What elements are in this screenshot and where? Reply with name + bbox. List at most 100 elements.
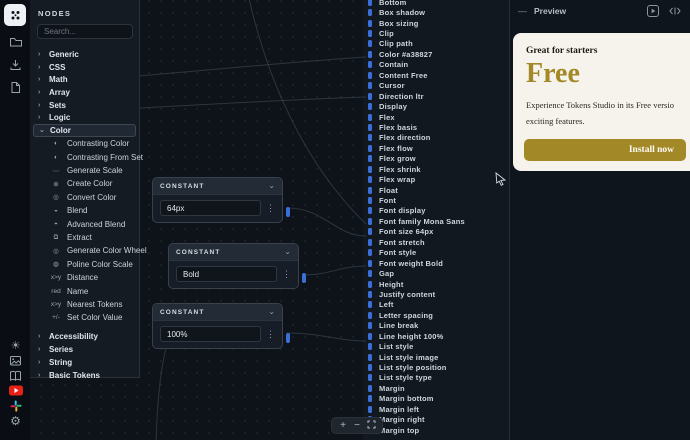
constant-value-input[interactable] — [160, 326, 261, 342]
node-header[interactable]: CONSTANT ⌄ — [169, 244, 298, 261]
port-row[interactable]: Flex direction — [363, 133, 509, 143]
port-row[interactable]: Font — [363, 195, 509, 205]
constant-value-input[interactable] — [176, 266, 277, 282]
port-handle-icon[interactable] — [368, 30, 372, 38]
port-handle-icon[interactable] — [368, 322, 372, 330]
port-row[interactable]: Box shadow — [363, 7, 509, 17]
port-row[interactable]: Box sizing — [363, 18, 509, 28]
sidebar-category[interactable]: › Array — [30, 86, 139, 99]
sidebar-node-item[interactable]: ◎ Generate Color Wheel — [30, 244, 146, 257]
port-handle-icon[interactable] — [368, 61, 372, 69]
port-handle-icon[interactable] — [368, 9, 372, 17]
port-handle-icon[interactable] — [368, 207, 372, 215]
port-handle-icon[interactable] — [368, 332, 372, 340]
sidebar-node-item[interactable]: ⋯ Generate Scale — [30, 164, 139, 177]
port-row[interactable]: Font family Mona Sans — [363, 216, 509, 226]
chevron-down-icon[interactable]: ⌄ — [284, 248, 291, 256]
sidebar-category[interactable]: › Sets — [30, 99, 139, 112]
sidebar-node-item[interactable]: ◐ Contrasting From Set — [30, 151, 143, 164]
constant-node-line-height[interactable]: CONSTANT ⌄ ⋮ — [152, 303, 290, 349]
docs-button[interactable] — [8, 368, 23, 383]
port-row[interactable]: Line break — [363, 321, 509, 331]
port-row[interactable]: Height — [363, 279, 509, 289]
app-logo[interactable] — [4, 4, 26, 26]
sidebar-node-item[interactable]: x>y Distance — [30, 271, 139, 284]
sidebar-node-item[interactable]: ◓ Advanced Blend — [30, 217, 139, 230]
slack-link[interactable] — [8, 398, 23, 413]
port-row[interactable]: Flex basis — [363, 122, 509, 132]
port-handle-icon[interactable] — [368, 19, 372, 27]
port-row[interactable]: Display — [363, 101, 509, 111]
export-button[interactable] — [8, 80, 23, 95]
sidebar-node-item[interactable]: x>y Nearest Tokens — [30, 298, 139, 311]
sidebar-category[interactable]: › Math — [30, 73, 139, 86]
port-row[interactable]: Margin bottom — [363, 394, 509, 404]
port-handle-icon[interactable] — [368, 217, 372, 225]
port-row[interactable]: Bottom — [363, 0, 509, 7]
port-handle-icon[interactable] — [368, 405, 372, 413]
zoom-in-button[interactable]: + — [337, 420, 349, 431]
constant-node-font-size[interactable]: CONSTANT ⌄ ⋮ — [152, 177, 290, 223]
port-handle-icon[interactable] — [368, 395, 372, 403]
run-preview-button[interactable] — [645, 4, 660, 19]
port-row[interactable]: Margin — [363, 383, 509, 393]
constant-node-font-weight[interactable]: CONSTANT ⌄ ⋮ — [168, 243, 306, 289]
port-row[interactable]: List style position — [363, 362, 509, 372]
port-row[interactable]: Margin right — [363, 415, 509, 425]
sidebar-category[interactable]: › CSS — [30, 61, 139, 74]
port-row[interactable]: Font display — [363, 206, 509, 216]
port-handle-icon[interactable] — [368, 301, 372, 309]
port-handle-icon[interactable] — [368, 176, 372, 184]
port-row[interactable]: Font size 64px — [363, 227, 509, 237]
sidebar-node-item[interactable]: ◎ Convert Color — [30, 191, 139, 204]
port-handle-icon[interactable] — [368, 290, 372, 298]
port-handle-icon[interactable] — [368, 165, 372, 173]
sidebar-category[interactable]: › Generic — [30, 48, 139, 61]
port-handle-icon[interactable] — [368, 228, 372, 236]
constant-value-input[interactable] — [160, 200, 261, 216]
theme-toggle-button[interactable]: ☀ — [8, 338, 23, 353]
output-port[interactable] — [286, 207, 290, 217]
code-view-button[interactable] — [667, 4, 682, 19]
sidebar-node-item[interactable]: ◐ Contrasting Color — [30, 137, 139, 150]
port-row[interactable]: Flex — [363, 112, 509, 122]
port-handle-icon[interactable] — [368, 364, 372, 372]
sidebar-node-item[interactable]: ⊕ Create Color — [30, 177, 139, 190]
port-row[interactable]: Flex flow — [363, 143, 509, 153]
zoom-out-button[interactable]: − — [351, 420, 363, 431]
port-handle-icon[interactable] — [368, 123, 372, 131]
sidebar-category[interactable]: › String — [30, 356, 139, 369]
port-row[interactable]: Contain — [363, 60, 509, 70]
youtube-link[interactable] — [8, 383, 23, 398]
port-row[interactable]: Content Free — [363, 70, 509, 80]
port-handle-icon[interactable] — [368, 374, 372, 382]
kebab-menu-icon[interactable]: ⋮ — [266, 203, 275, 213]
port-row[interactable]: Line height 100% — [363, 331, 509, 341]
files-button[interactable] — [8, 34, 23, 49]
port-row[interactable]: Direction ltr — [363, 91, 509, 101]
sidebar-category[interactable]: › Logic — [30, 111, 139, 124]
search-input[interactable] — [37, 24, 133, 39]
port-handle-icon[interactable] — [368, 270, 372, 278]
port-handle-icon[interactable] — [368, 259, 372, 267]
port-handle-icon[interactable] — [368, 92, 372, 100]
sidebar-category[interactable]: › Basic Tokens — [30, 369, 139, 382]
node-header[interactable]: CONSTANT ⌄ — [153, 178, 282, 195]
port-handle-icon[interactable] — [368, 197, 372, 205]
port-handle-icon[interactable] — [368, 249, 372, 257]
port-row[interactable]: Cursor — [363, 81, 509, 91]
output-port[interactable] — [302, 273, 306, 283]
sidebar-node-item[interactable]: +/- Set Color Value — [30, 311, 139, 324]
sidebar-category[interactable]: › Series — [30, 343, 139, 356]
sidebar-category-color[interactable]: ⌄ Color — [33, 124, 136, 138]
sidebar-node-item[interactable]: ◒ Blend — [30, 204, 139, 217]
port-handle-icon[interactable] — [368, 50, 372, 58]
sidebar-node-item[interactable]: red Name — [30, 284, 139, 297]
chevron-down-icon[interactable]: ⌄ — [268, 182, 275, 190]
port-handle-icon[interactable] — [368, 71, 372, 79]
kebab-menu-icon[interactable]: ⋮ — [282, 269, 291, 279]
sidebar-node-item[interactable]: ◍ Poline Color Scale — [30, 258, 139, 271]
port-row[interactable]: Flex wrap — [363, 174, 509, 184]
chevron-down-icon[interactable]: ⌄ — [268, 308, 275, 316]
port-handle-icon[interactable] — [368, 134, 372, 142]
